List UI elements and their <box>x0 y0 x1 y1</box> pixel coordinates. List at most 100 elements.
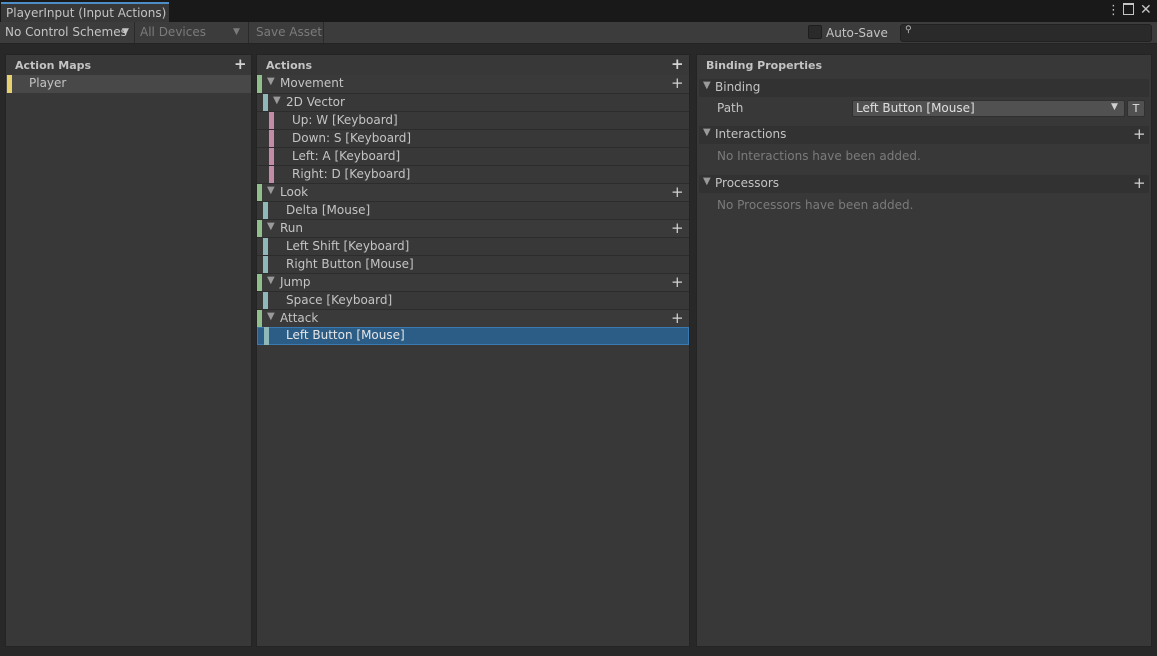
action-row-run[interactable]: ▼ Run + <box>257 219 689 238</box>
processors-section-label: Processors <box>715 176 780 190</box>
binding-color-bar <box>264 327 269 345</box>
triangle-down-icon[interactable]: ▼ <box>703 80 711 91</box>
window-tab[interactable]: PlayerInput (Input Actions) <box>1 2 169 22</box>
triangle-down-icon[interactable]: ▼ <box>267 275 275 286</box>
action-color-bar <box>257 310 262 328</box>
triangle-down-icon[interactable]: ▼ <box>703 176 711 187</box>
actions-title: Actions <box>266 59 312 72</box>
interactions-section-header[interactable]: ▼ Interactions + <box>699 126 1149 144</box>
action-label: Attack <box>280 311 319 325</box>
triangle-down-icon[interactable]: ▼ <box>703 127 711 138</box>
binding-color-bar <box>263 292 268 310</box>
action-row-jump[interactable]: ▼ Jump + <box>257 273 689 292</box>
binding-label: Left Button [Mouse] <box>286 328 405 342</box>
interactions-empty-text: No Interactions have been added. <box>717 149 921 163</box>
action-row-look[interactable]: ▼ Look + <box>257 183 689 202</box>
triangle-down-icon[interactable]: ▼ <box>267 221 275 232</box>
action-map-label: Player <box>29 76 67 90</box>
add-binding-icon[interactable]: + <box>671 275 684 290</box>
binding-row-left[interactable]: Left: A [Keyboard] <box>257 147 689 166</box>
action-map-item[interactable]: Player <box>6 75 251 93</box>
action-color-bar <box>257 184 262 202</box>
binding-row-up[interactable]: Up: W [Keyboard] <box>257 111 689 130</box>
processors-section-header[interactable]: ▼ Processors + <box>699 175 1149 193</box>
binding-properties-title: Binding Properties <box>706 59 823 72</box>
action-label: Movement <box>280 76 344 90</box>
binding-row-right-button[interactable]: Right Button [Mouse] <box>257 255 689 274</box>
save-asset-button[interactable]: Save Asset <box>248 22 324 43</box>
binding-label: Right: D [Keyboard] <box>292 167 411 181</box>
text-mode-label: T <box>1132 102 1140 115</box>
action-maps-title: Action Maps <box>15 59 92 72</box>
control-schemes-dropdown[interactable]: No Control Schemes ▼ <box>0 22 133 43</box>
action-row-attack[interactable]: ▼ Attack + <box>257 309 689 328</box>
binding-row-down[interactable]: Down: S [Keyboard] <box>257 129 689 148</box>
control-schemes-label: No Control Schemes <box>5 25 127 39</box>
search-icon: ⚲ <box>905 25 912 35</box>
binding-label: Left Shift [Keyboard] <box>286 239 410 253</box>
add-binding-icon[interactable]: + <box>671 311 684 326</box>
binding-properties-panel: Binding Properties ▼ Binding Path Left B… <box>696 54 1152 647</box>
binding-color-bar <box>263 238 268 256</box>
binding-row-right[interactable]: Right: D [Keyboard] <box>257 165 689 184</box>
save-asset-label: Save Asset <box>256 25 323 39</box>
part-color-bar <box>269 130 274 148</box>
maximize-icon[interactable] <box>1123 3 1134 15</box>
action-row-movement[interactable]: ▼ Movement + <box>257 75 689 93</box>
add-processor-icon[interactable]: + <box>1133 176 1146 191</box>
add-interaction-icon[interactable]: + <box>1133 127 1146 142</box>
toolbar: No Control Schemes ▼ All Devices ▼ Save … <box>0 22 1157 44</box>
add-binding-icon[interactable]: + <box>671 76 684 91</box>
path-value: Left Button [Mouse] <box>856 101 975 115</box>
binding-row-delta[interactable]: Delta [Mouse] <box>257 201 689 220</box>
action-maps-header: Action Maps + <box>6 55 251 75</box>
add-action-map-icon[interactable]: + <box>234 57 247 72</box>
binding-row-left-shift[interactable]: Left Shift [Keyboard] <box>257 237 689 256</box>
binding-label: Left: A [Keyboard] <box>292 149 401 163</box>
binding-label: Down: S [Keyboard] <box>292 131 412 145</box>
binding-row-space[interactable]: Space [Keyboard] <box>257 291 689 310</box>
more-options-icon[interactable]: ⋮ <box>1107 3 1120 18</box>
interactions-section-label: Interactions <box>715 127 787 141</box>
action-color-bar <box>257 75 262 93</box>
text-mode-button[interactable]: T <box>1127 100 1145 117</box>
action-color-bar <box>257 220 262 238</box>
close-icon[interactable]: ✕ <box>1140 2 1152 18</box>
triangle-down-icon[interactable]: ▼ <box>267 311 275 322</box>
triangle-down-icon[interactable]: ▼ <box>267 185 275 196</box>
action-label: Look <box>280 185 309 199</box>
triangle-down-icon[interactable]: ▼ <box>273 95 281 106</box>
action-label: Jump <box>280 275 311 289</box>
actions-panel: Actions + ▼ Movement + ▼ 2D Vector Up: W… <box>256 54 690 647</box>
action-color-bar <box>257 274 262 292</box>
action-label: Run <box>280 221 304 235</box>
processors-empty-text: No Processors have been added. <box>717 198 914 212</box>
binding-section-header[interactable]: ▼ Binding <box>699 79 1149 97</box>
search-input[interactable]: ⚲ <box>900 24 1152 42</box>
binding-row-left-button-selected[interactable]: Left Button [Mouse] <box>257 327 689 345</box>
action-maps-panel: Action Maps + Player <box>5 54 252 647</box>
window-tab-bar: PlayerInput (Input Actions) ⋮ ✕ <box>0 0 1157 22</box>
chevron-down-icon: ▼ <box>233 27 240 37</box>
devices-dropdown[interactable]: All Devices ▼ <box>134 22 247 43</box>
binding-color-bar <box>263 256 268 274</box>
binding-label: Right Button [Mouse] <box>286 257 414 271</box>
binding-label: Delta [Mouse] <box>286 203 371 217</box>
binding-color-bar <box>263 94 268 112</box>
add-action-icon[interactable]: + <box>671 57 684 72</box>
triangle-down-icon[interactable]: ▼ <box>267 76 275 87</box>
composite-row-2d-vector[interactable]: ▼ 2D Vector <box>257 93 689 112</box>
composite-label: 2D Vector <box>286 95 345 109</box>
binding-label: Space [Keyboard] <box>286 293 393 307</box>
main-content: Action Maps + Player Actions + ▼ Movemen… <box>0 44 1157 656</box>
action-map-color-bar <box>7 75 12 93</box>
part-color-bar <box>269 148 274 166</box>
path-dropdown[interactable]: Left Button [Mouse] ▼ <box>852 100 1125 117</box>
part-color-bar <box>269 166 274 184</box>
window-title: PlayerInput (Input Actions) <box>6 6 167 20</box>
part-color-bar <box>269 112 274 130</box>
add-binding-icon[interactable]: + <box>671 221 684 236</box>
actions-header: Actions + <box>257 55 689 75</box>
add-binding-icon[interactable]: + <box>671 185 684 200</box>
auto-save-checkbox[interactable] <box>808 25 822 39</box>
